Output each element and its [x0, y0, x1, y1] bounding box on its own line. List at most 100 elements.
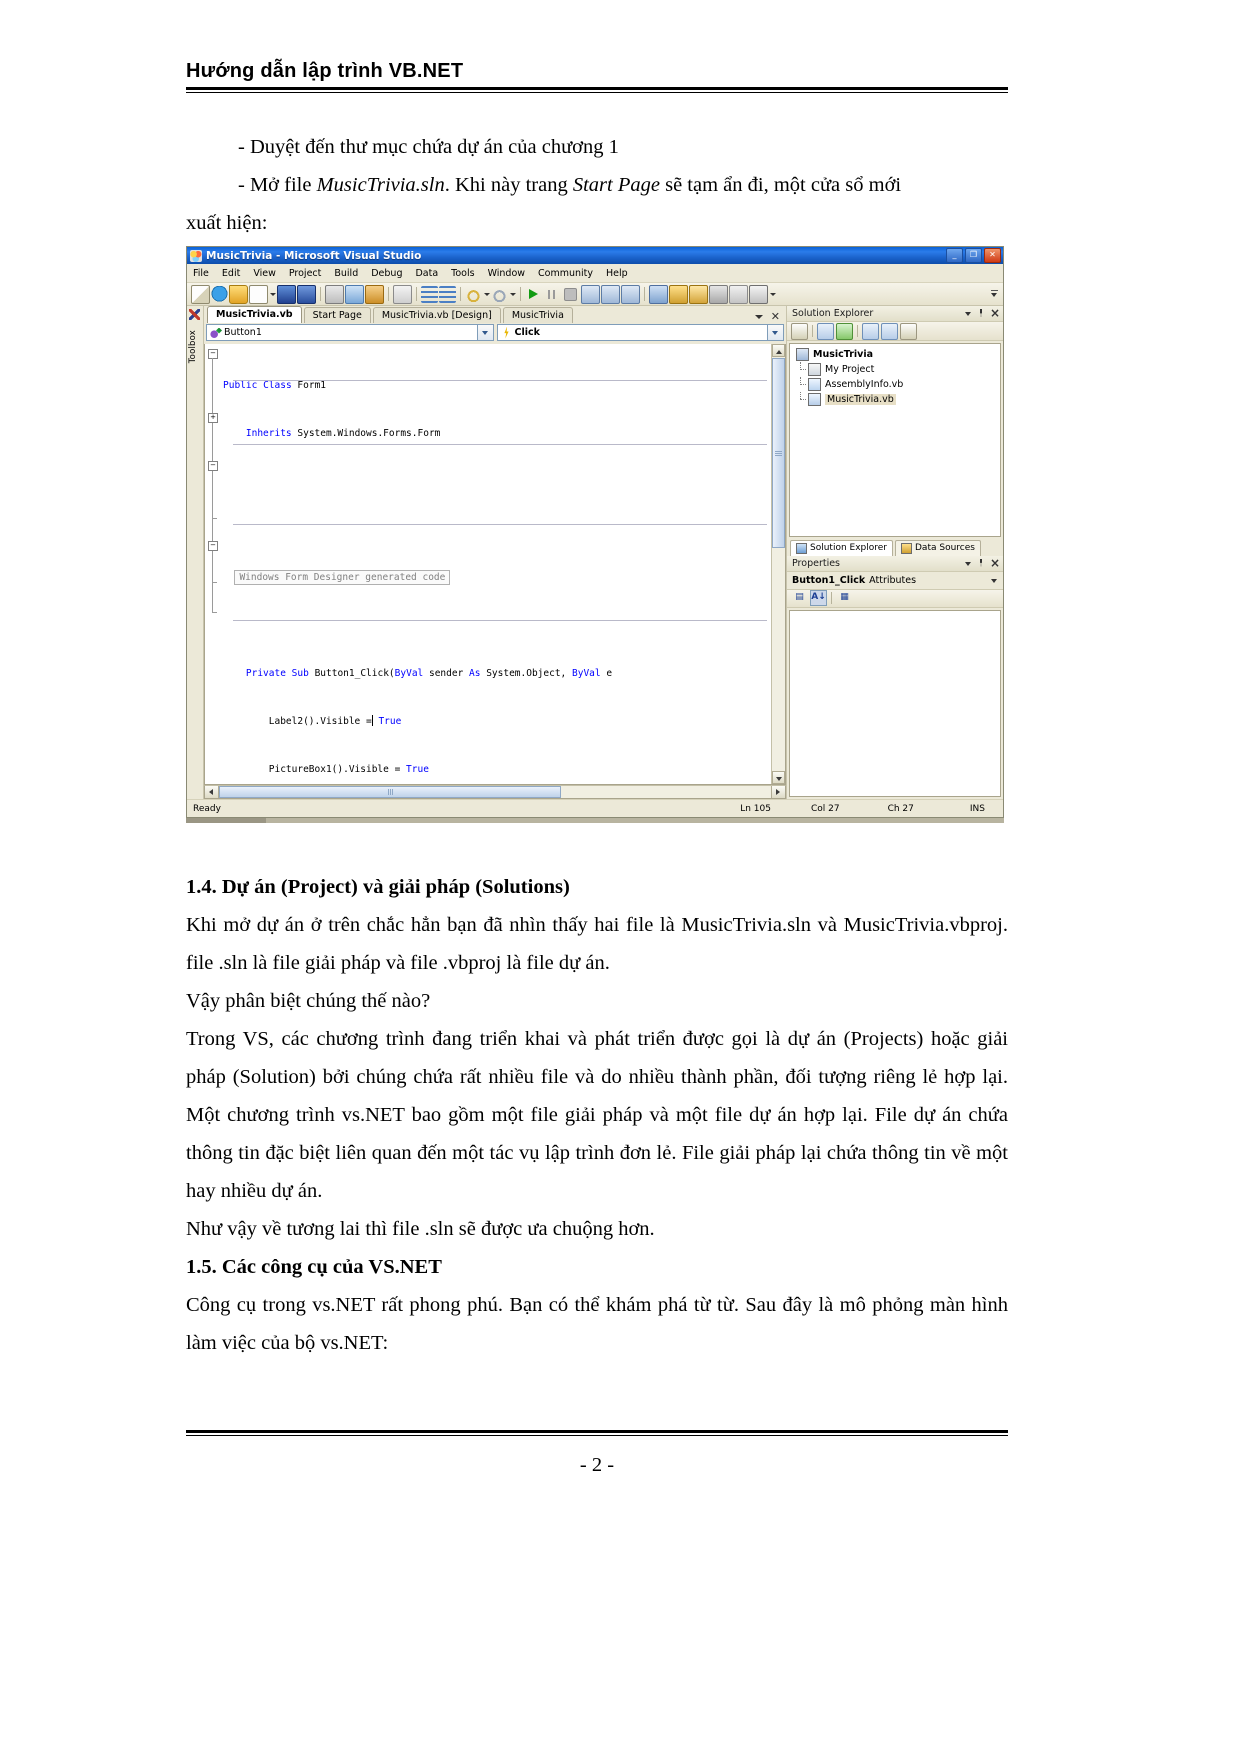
- solution-explorer-close-icon[interactable]: [989, 306, 1000, 320]
- method-combobox[interactable]: Click: [496, 324, 784, 341]
- categorized-button[interactable]: ▤: [791, 590, 808, 606]
- pause-icon[interactable]: [543, 286, 560, 303]
- properties-icon[interactable]: [791, 322, 808, 340]
- alphabetical-button[interactable]: A↓: [810, 590, 827, 606]
- tab-data-sources[interactable]: Data Sources: [895, 539, 981, 556]
- undo-icon[interactable]: [465, 285, 482, 303]
- toolbox-icon[interactable]: [709, 284, 728, 304]
- vertical-scrollbar-thumb[interactable]: [772, 358, 785, 548]
- view-designer-icon[interactable]: [881, 322, 898, 340]
- redo-icon[interactable]: [491, 285, 508, 303]
- menu-project[interactable]: Project: [289, 268, 322, 279]
- code-vertical-scrollbar[interactable]: [771, 344, 785, 784]
- increase-indent-icon[interactable]: [421, 285, 438, 303]
- add-new-item-icon[interactable]: [249, 284, 268, 304]
- menu-view[interactable]: View: [253, 268, 276, 279]
- undo-dropdown-icon[interactable]: [483, 286, 490, 303]
- command-window-icon[interactable]: [749, 284, 768, 304]
- toolbox-strip[interactable]: Toolbox: [187, 306, 204, 799]
- find-icon[interactable]: [393, 284, 412, 304]
- new-website-icon[interactable]: [211, 285, 228, 303]
- properties-close-icon[interactable]: [989, 556, 1000, 570]
- scroll-down-button[interactable]: [772, 771, 785, 784]
- tab-list-chevron-down-icon[interactable]: [754, 314, 763, 319]
- minimize-button[interactable]: _: [946, 248, 963, 263]
- properties-pin-icon[interactable]: [976, 558, 987, 569]
- fold-toggle-button1-click[interactable]: −: [208, 461, 218, 471]
- step-over-icon[interactable]: [601, 284, 620, 304]
- copy-icon[interactable]: [345, 284, 364, 304]
- start-debugging-icon[interactable]: [525, 286, 542, 303]
- refresh-icon[interactable]: [836, 322, 853, 340]
- horizontal-scrollbar-track[interactable]: [219, 786, 771, 798]
- menu-data[interactable]: Data: [415, 268, 438, 279]
- menu-build[interactable]: Build: [334, 268, 358, 279]
- new-project-icon[interactable]: [191, 284, 210, 304]
- error-list-icon[interactable]: [729, 284, 748, 304]
- step-out-icon[interactable]: [621, 284, 640, 304]
- tab-musictrivia-vb[interactable]: MusicTrivia.vb: [207, 306, 302, 323]
- tree-item-musictrivia-vb[interactable]: MusicTrivia.vb: [792, 392, 998, 407]
- code-line-collapsed-region[interactable]: Windows Form Designer generated code: [221, 570, 771, 586]
- properties-grid[interactable]: [789, 609, 1001, 797]
- find-in-files-icon[interactable]: [649, 284, 668, 304]
- properties-object-chevron-down-icon[interactable]: [989, 574, 1000, 587]
- tab-musictrivia[interactable]: MusicTrivia: [502, 307, 573, 323]
- menu-window[interactable]: Window: [488, 268, 525, 279]
- menu-community[interactable]: Community: [538, 268, 593, 279]
- scroll-right-button[interactable]: [771, 786, 785, 798]
- fold-toggle-designer-region[interactable]: +: [208, 413, 218, 423]
- tab-start-page[interactable]: Start Page: [303, 307, 371, 323]
- tree-item-assemblyinfo-vb[interactable]: AssemblyInfo.vb: [792, 377, 998, 392]
- paste-icon[interactable]: [365, 284, 384, 304]
- close-button[interactable]: ✕: [984, 248, 1001, 263]
- fold-toggle-class[interactable]: −: [208, 349, 218, 359]
- close-tab-icon[interactable]: ✕: [771, 311, 780, 322]
- add-new-item-dropdown-icon[interactable]: [269, 286, 276, 303]
- view-code-icon[interactable]: [862, 322, 879, 340]
- properties-object-selector[interactable]: Button1_Click Attributes: [787, 571, 1003, 590]
- code-outlining-gutter[interactable]: − + − −: [205, 344, 221, 784]
- class-combobox-chevron-down-icon[interactable]: [476, 325, 493, 340]
- toolbox-pin-icon[interactable]: [189, 309, 200, 320]
- toolbar-overflow-icon[interactable]: [990, 287, 999, 302]
- save-icon[interactable]: [277, 284, 296, 304]
- tab-musictrivia-vb-design[interactable]: MusicTrivia.vb [Design]: [372, 307, 501, 323]
- stop-icon[interactable]: [564, 287, 577, 301]
- solution-explorer-chevron-down-icon[interactable]: [963, 308, 974, 319]
- save-all-icon[interactable]: [297, 284, 316, 304]
- collapsed-region-label[interactable]: Windows Form Designer generated code: [234, 570, 451, 585]
- scroll-up-button[interactable]: [772, 344, 785, 357]
- maximize-button[interactable]: ❐: [965, 248, 982, 263]
- solution-explorer-icon[interactable]: [669, 284, 688, 304]
- properties-chevron-down-icon[interactable]: [963, 558, 974, 569]
- menu-tools[interactable]: Tools: [451, 268, 474, 279]
- solution-explorer-tree[interactable]: MusicTrivia My Project AssemblyInfo.vb M…: [789, 343, 1001, 537]
- tree-item-my-project[interactable]: My Project: [792, 362, 998, 377]
- show-all-files-icon[interactable]: [817, 322, 834, 340]
- fold-toggle-button2-click[interactable]: −: [208, 541, 218, 551]
- property-pages-button[interactable]: ▦: [836, 590, 853, 606]
- tab-solution-explorer[interactable]: Solution Explorer: [790, 539, 893, 556]
- command-window-dropdown-icon[interactable]: [769, 286, 776, 303]
- redo-dropdown-icon[interactable]: [509, 286, 516, 303]
- solution-explorer-pin-icon[interactable]: [976, 308, 987, 319]
- decrease-indent-icon[interactable]: [439, 285, 456, 303]
- new-folder-icon[interactable]: [900, 322, 917, 340]
- code-horizontal-scrollbar[interactable]: [204, 785, 786, 799]
- menu-help[interactable]: Help: [606, 268, 628, 279]
- code-editor[interactable]: − + − − Public Class Form1 Inherits Syst…: [204, 344, 786, 785]
- menu-debug[interactable]: Debug: [371, 268, 402, 279]
- method-combobox-chevron-down-icon[interactable]: [767, 325, 783, 340]
- step-into-icon[interactable]: [581, 284, 600, 304]
- scroll-left-button[interactable]: [205, 786, 219, 798]
- properties-window-icon[interactable]: [689, 284, 708, 304]
- menu-file[interactable]: File: [193, 268, 209, 279]
- open-file-icon[interactable]: [229, 284, 248, 304]
- code-text-area[interactable]: Public Class Form1 Inherits System.Windo…: [221, 344, 771, 784]
- menu-edit[interactable]: Edit: [222, 268, 240, 279]
- horizontal-scrollbar-thumb[interactable]: [219, 786, 562, 798]
- cut-icon[interactable]: [325, 284, 344, 304]
- class-combobox[interactable]: Button1: [206, 324, 494, 341]
- tree-item-musictrivia-project[interactable]: MusicTrivia: [792, 347, 998, 362]
